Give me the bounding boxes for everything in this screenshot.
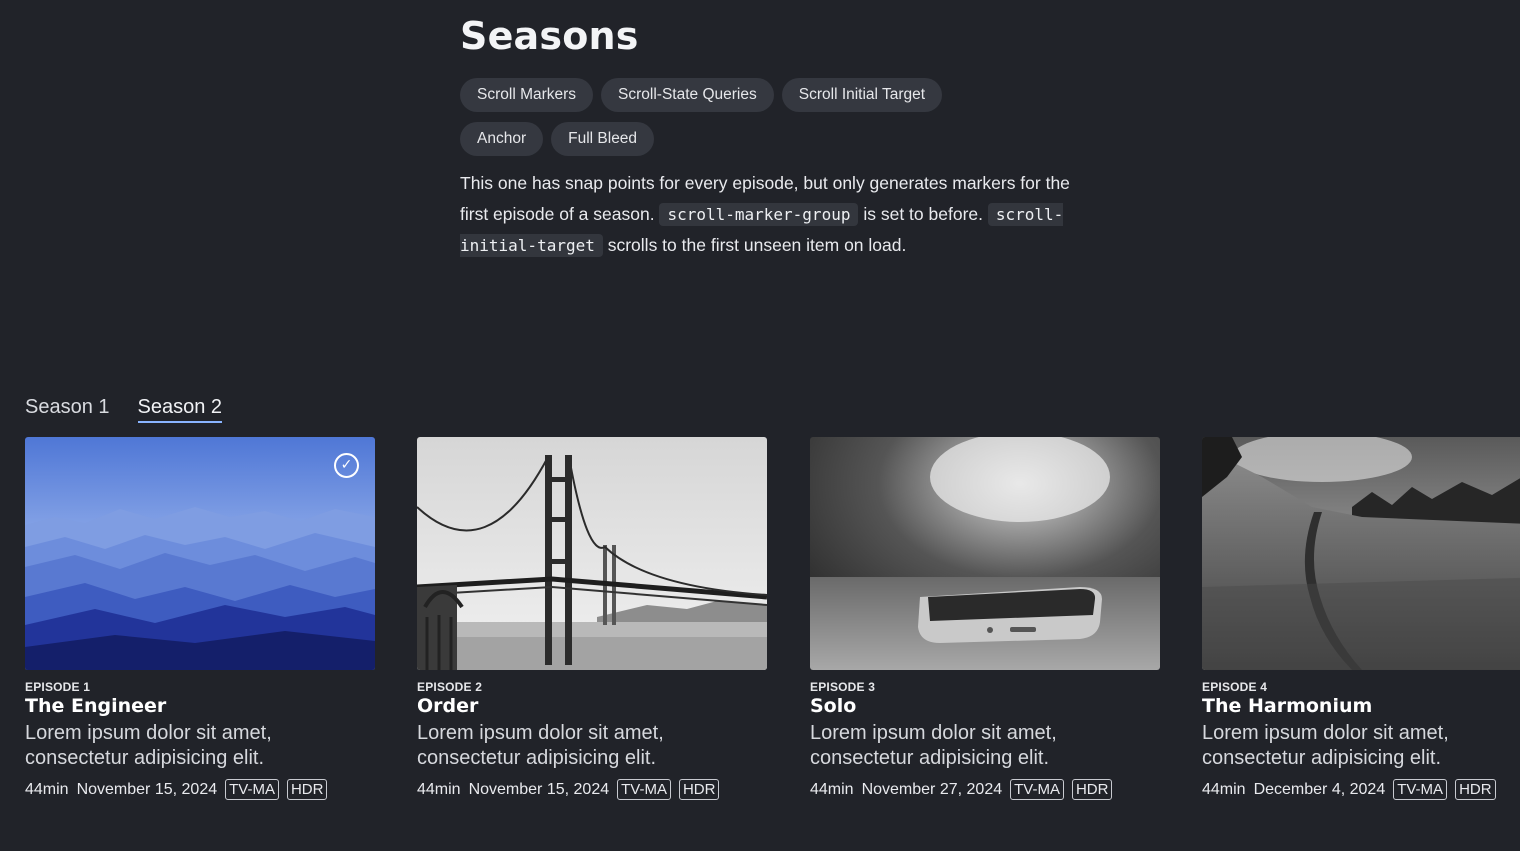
- episode-description: Lorem ipsum dolor sit amet, consectetur …: [417, 722, 664, 769]
- demo-nav: Scroll Markers Scroll-State Queries Scro…: [460, 78, 1020, 156]
- hdr-badge: HDR: [286, 779, 328, 800]
- episode-meta: 44min November 15, 2024 TV-MA HDR: [417, 779, 767, 800]
- desc-text-2: is set to before.: [863, 204, 983, 224]
- watched-check-icon: ✓: [334, 453, 359, 478]
- episode-thumbnail: [810, 437, 1160, 670]
- episode-date: November 15, 2024: [468, 780, 610, 798]
- episode-card[interactable]: ✓ EPISODE 1 The Engineer Lorem ipsum dol…: [25, 437, 375, 800]
- episode-description: Lorem ipsum dolor sit amet, consectetur …: [25, 722, 272, 769]
- episode-meta: 44min November 15, 2024 TV-MA HDR: [25, 779, 375, 800]
- hdr-badge: HDR: [1455, 779, 1496, 800]
- description: This one has snap points for every episo…: [460, 168, 1070, 261]
- episode-card[interactable]: EPISODE 3 Solo Lorem ipsum dolor sit ame…: [810, 437, 1160, 800]
- episode-card[interactable]: EPISODE 4 The Harmonium Lorem ipsum dolo…: [1202, 437, 1520, 800]
- episode-duration: 44min: [25, 780, 69, 798]
- episode-number: EPISODE 2: [417, 680, 483, 694]
- episode-title: The Harmonium: [1202, 695, 1373, 717]
- chip-full-bleed[interactable]: Full Bleed: [551, 122, 655, 156]
- chip-scroll-markers[interactable]: Scroll Markers: [460, 78, 594, 112]
- blue-mountains-image: [25, 437, 375, 670]
- episode-duration: 44min: [1202, 780, 1246, 798]
- golden-gate-bridge-image: [417, 437, 767, 670]
- meadow-path-image: [1202, 437, 1520, 670]
- episode-title: Solo: [810, 695, 857, 717]
- episode-number: EPISODE 1: [25, 680, 91, 694]
- episode-meta: 44min November 27, 2024 TV-MA HDR: [810, 779, 1160, 800]
- season-markers: Season 1 Season 2: [25, 396, 223, 423]
- page-title: Seasons: [460, 14, 639, 58]
- episode-date: November 27, 2024: [861, 780, 1003, 798]
- episode-title: The Engineer: [25, 695, 167, 717]
- episode-date: November 15, 2024: [76, 780, 218, 798]
- episode-thumbnail: [1202, 437, 1520, 670]
- episode-title: Order: [417, 695, 479, 717]
- phone-on-table-image: [810, 437, 1160, 670]
- episode-thumbnail: ✓: [25, 437, 375, 670]
- header: Seasons Scroll Markers Scroll-State Quer…: [460, 12, 1080, 261]
- episode-number: EPISODE 3: [810, 680, 876, 694]
- desc-text-3: scrolls to the first unseen item on load…: [607, 235, 907, 255]
- chip-scroll-initial-target[interactable]: Scroll Initial Target: [781, 78, 943, 112]
- episode-duration: 44min: [417, 780, 461, 798]
- rating-badge: TV-MA: [1393, 779, 1448, 800]
- hdr-badge: HDR: [1071, 779, 1113, 800]
- episode-number: EPISODE 4: [1202, 680, 1268, 694]
- episode-carousel[interactable]: ✓ EPISODE 1 The Engineer Lorem ipsum dol…: [25, 437, 1520, 817]
- season-1-tab[interactable]: Season 1: [25, 396, 110, 423]
- hdr-badge: HDR: [678, 779, 720, 800]
- chip-anchor[interactable]: Anchor: [460, 122, 544, 156]
- episode-description: Lorem ipsum dolor sit amet, consectetur …: [1202, 722, 1449, 769]
- episode-thumbnail: [417, 437, 767, 670]
- episode-card[interactable]: EPISODE 2 Order Lorem ipsum dolor sit am…: [417, 437, 767, 800]
- code-scroll-marker-group: scroll-marker-group: [659, 203, 859, 226]
- chip-scroll-state-queries[interactable]: Scroll-State Queries: [601, 78, 774, 112]
- episode-duration: 44min: [810, 780, 854, 798]
- episode-date: December 4, 2024: [1253, 780, 1386, 798]
- episode-meta: 44min December 4, 2024 TV-MA HDR: [1202, 779, 1520, 800]
- rating-badge: TV-MA: [1010, 779, 1064, 800]
- rating-badge: TV-MA: [225, 779, 279, 800]
- rating-badge: TV-MA: [617, 779, 671, 800]
- episode-description: Lorem ipsum dolor sit amet, consectetur …: [810, 722, 1057, 769]
- season-2-tab[interactable]: Season 2: [137, 396, 223, 423]
